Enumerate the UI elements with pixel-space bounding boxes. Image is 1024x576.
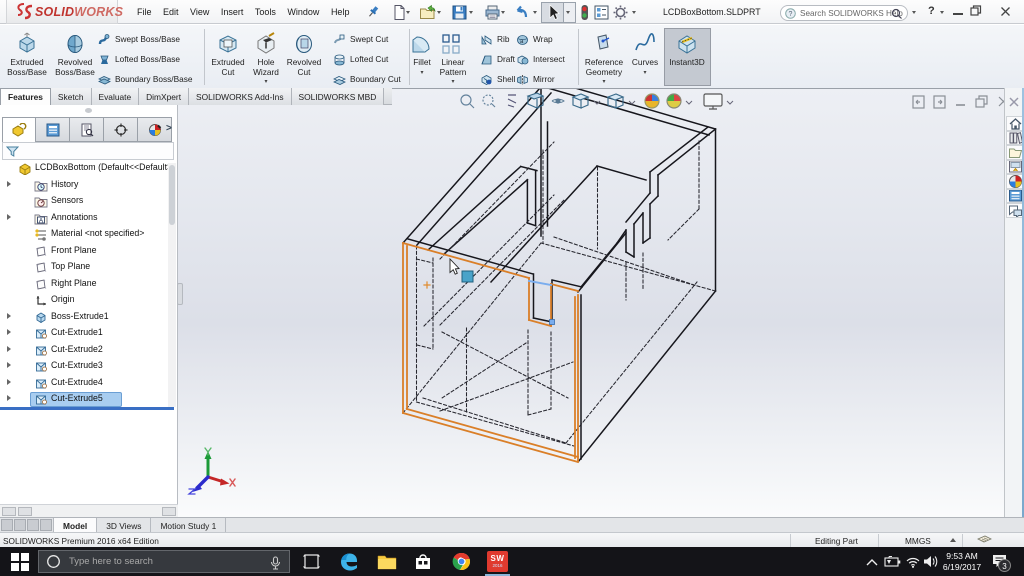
svg-text:?: ? [789, 11, 793, 18]
svg-text:A: A [39, 217, 44, 224]
